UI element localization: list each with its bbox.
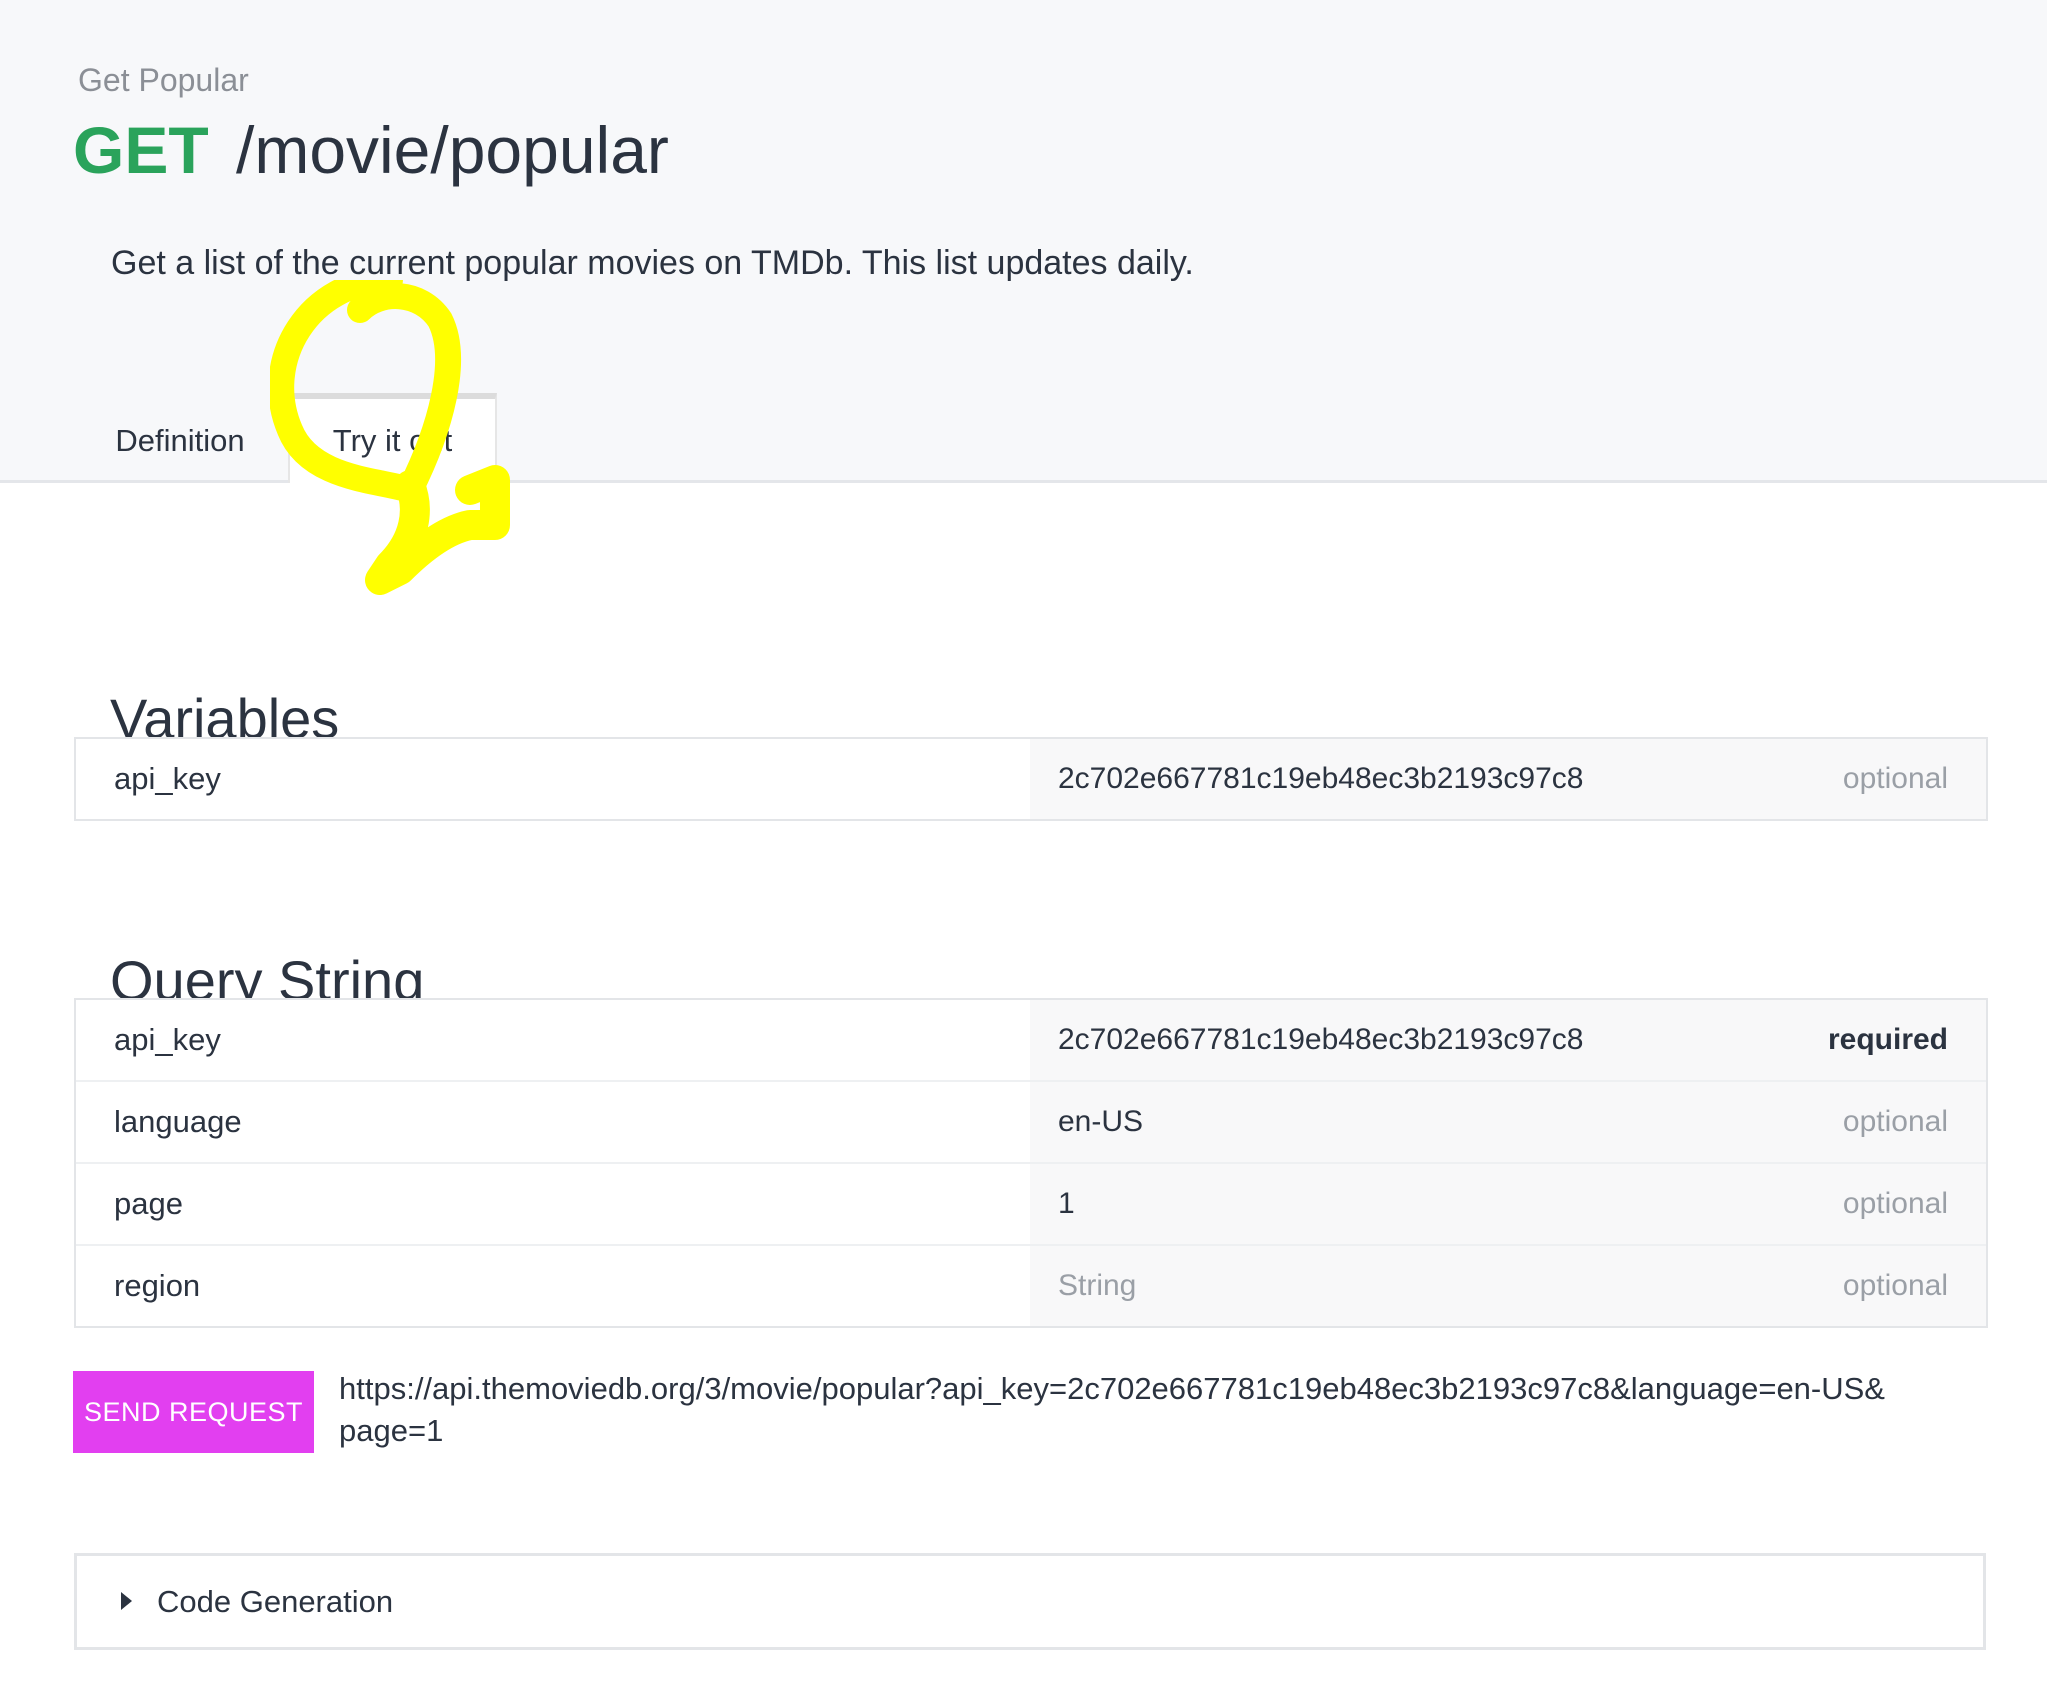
param-name: page: [114, 1186, 183, 1221]
param-value-cell: optional: [1030, 1082, 1986, 1162]
endpoint-description: Get a list of the current popular movies…: [111, 244, 1194, 282]
table-row: api_key optional: [76, 739, 1986, 819]
table-row: page optional: [76, 1164, 1986, 1246]
operation-header: Get Popular GET /movie/popular Get a lis…: [0, 0, 2047, 483]
table-row: region optional: [76, 1246, 1986, 1326]
caret-right-icon: [121, 1592, 132, 1610]
param-value-cell: optional: [1030, 1246, 1986, 1326]
tab-try-it-out[interactable]: Try it out: [288, 393, 497, 483]
param-value-cell: optional: [1030, 1164, 1986, 1244]
param-value-cell: required: [1030, 1000, 1986, 1080]
param-requirement: optional: [1842, 762, 1948, 795]
variables-table: api_key optional: [74, 737, 1988, 821]
operation-name: Get Popular: [78, 62, 249, 98]
param-requirement: optional: [1842, 1105, 1948, 1138]
endpoint-path: /movie/popular: [236, 113, 669, 187]
param-requirement: required: [1827, 1023, 1948, 1056]
request-url: https://api.themoviedb.org/3/movie/popul…: [339, 1371, 1885, 1448]
param-name: api_key: [114, 1022, 221, 1057]
param-value-input[interactable]: [1058, 1000, 1738, 1080]
param-name: language: [114, 1104, 242, 1139]
param-requirement: optional: [1842, 1269, 1948, 1302]
param-value-input[interactable]: [1058, 1082, 1738, 1162]
param-value-input[interactable]: [1058, 1246, 1738, 1326]
code-generation-label: Code Generation: [157, 1584, 394, 1619]
table-row: language optional: [76, 1082, 1986, 1164]
param-value-cell: optional: [1030, 739, 1986, 819]
http-method: GET: [73, 113, 209, 187]
code-generation-toggle[interactable]: Code Generation: [74, 1553, 1986, 1650]
param-requirement: optional: [1842, 1187, 1948, 1220]
param-name: api_key: [114, 761, 221, 796]
param-value-input[interactable]: [1058, 739, 1738, 819]
send-request-button[interactable]: SEND REQUEST: [73, 1371, 314, 1453]
param-name: region: [114, 1268, 201, 1303]
table-row: api_key required: [76, 1000, 1986, 1082]
param-value-input[interactable]: [1058, 1164, 1738, 1244]
query-string-table: api_key required language optional page …: [74, 998, 1988, 1328]
tab-definition[interactable]: Definition: [80, 393, 280, 480]
